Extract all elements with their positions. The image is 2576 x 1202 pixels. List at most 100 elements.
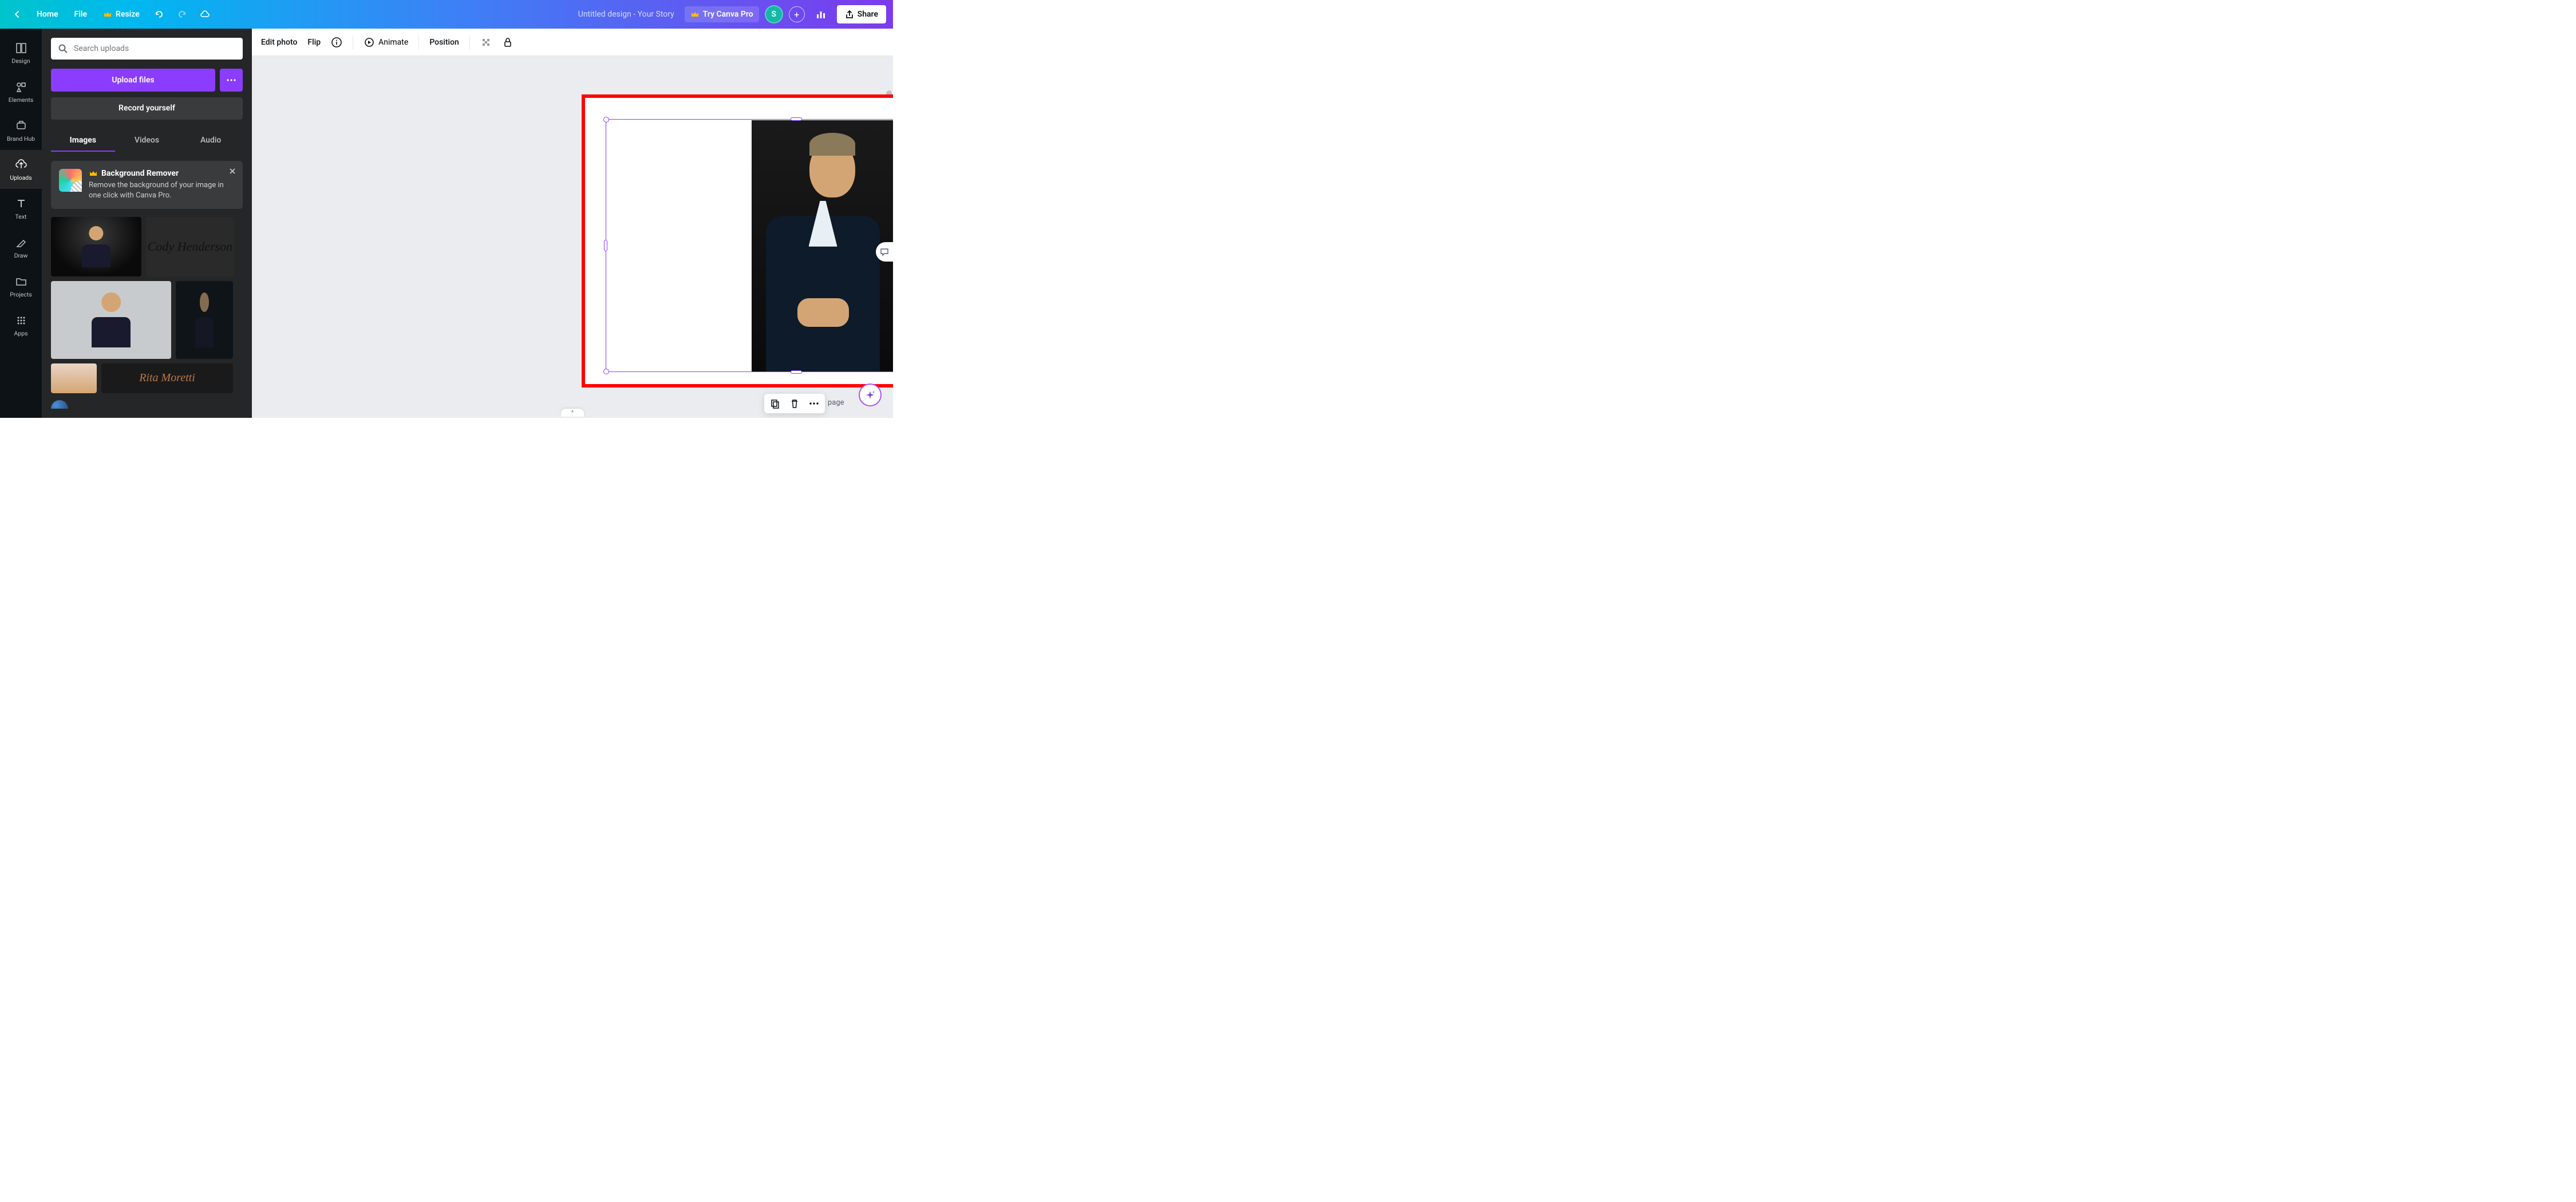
user-avatar[interactable]: S [765,5,783,23]
nav-draw-label: Draw [14,252,28,259]
timeline-expand-handle[interactable]: ^ [561,409,584,417]
animate-label: Animate [378,38,408,47]
nav-projects[interactable]: Projects [0,267,42,306]
uploads-panel: Upload files Record yourself Images Vide… [42,29,252,418]
document-title[interactable]: Untitled design - Your Story [578,10,674,19]
separator [418,35,419,49]
app-header: Home File Resize Untitled design - Your … [0,0,893,29]
text-icon [14,197,28,211]
edit-photo-button[interactable]: Edit photo [261,38,297,47]
record-yourself-button[interactable]: Record yourself [51,97,243,119]
uploads-icon [14,158,28,172]
selection-floating-toolbar [764,394,825,413]
try-pro-label: Try Canva Pro [703,10,753,19]
resize-handle-bl[interactable] [603,369,609,374]
upload-more-button[interactable] [220,69,243,92]
transparency-button[interactable] [480,37,492,48]
draw-icon [14,236,28,250]
apps-icon [14,314,28,327]
undo-button[interactable] [149,4,169,25]
brand-hub-icon [14,119,28,133]
separator [469,35,470,49]
search-input[interactable] [74,44,236,53]
search-box[interactable] [51,38,243,60]
search-icon [58,44,68,54]
tab-videos[interactable]: Videos [115,130,179,152]
lock-icon [502,37,513,48]
redo-button[interactable] [172,4,192,25]
upload-thumbnails: Cody Henderson Rita Moretti [51,217,243,409]
info-icon [331,37,342,48]
selection-box[interactable] [606,119,893,372]
nav-draw[interactable]: Draw [0,228,42,267]
resize-handle-b[interactable] [791,370,802,374]
canvas-area: Edit photo Flip Animate Position [252,29,893,418]
more-icon [227,79,236,81]
sparkle-icon [864,389,876,401]
share-button[interactable]: Share [837,5,886,23]
comments-button[interactable] [876,242,893,262]
duplicate-button[interactable] [769,397,781,410]
file-menu[interactable]: File [68,6,94,22]
upload-thumb[interactable] [51,400,68,409]
animate-button[interactable]: Animate [364,37,408,48]
promo-close-button[interactable] [227,165,238,177]
projects-icon [14,275,28,288]
ai-assistant-fab[interactable] [859,383,882,406]
resize-handle-tl[interactable] [603,117,609,122]
more-icon [809,402,819,405]
promo-title-text: Background Remover [101,169,179,178]
tab-audio[interactable]: Audio [179,130,243,152]
elements-icon [14,80,28,94]
upload-thumb[interactable] [51,363,97,393]
nav-design[interactable]: Design [0,33,42,72]
crown-icon [103,10,112,19]
nav-brand-hub[interactable]: Brand Hub [0,111,42,150]
info-button[interactable] [331,37,342,48]
resize-handle-t[interactable] [791,117,802,121]
nav-brand-hub-label: Brand Hub [7,135,35,143]
upload-thumb[interactable] [176,281,233,359]
bg-remover-promo: Background Remover Remove the background… [51,161,243,209]
more-options-button[interactable] [808,397,820,410]
add-collaborator-button[interactable]: + [789,6,805,22]
upload-thumb[interactable]: Cody Henderson [146,217,234,276]
back-icon[interactable] [7,4,27,25]
crown-icon [690,10,700,19]
resize-handle-l[interactable] [604,240,607,251]
nav-apps[interactable]: Apps [0,306,42,345]
nav-elements[interactable]: Elements [0,72,42,111]
upload-thumb[interactable]: Rita Moretti [101,363,233,393]
insights-button[interactable] [811,4,831,25]
trash-icon [789,398,800,409]
nav-design-label: Design [11,57,30,65]
comment-icon [879,247,890,257]
cloud-sync-icon[interactable] [195,4,215,25]
lock-button[interactable] [502,37,513,48]
upload-thumb[interactable] [51,281,171,359]
upload-thumb[interactable] [51,217,141,276]
upload-files-button[interactable]: Upload files [51,69,215,92]
crown-icon [89,169,98,178]
delete-button[interactable] [788,397,801,410]
close-icon [229,168,236,175]
nav-text[interactable]: Text [0,189,42,228]
home-button[interactable]: Home [30,6,65,22]
flip-button[interactable]: Flip [307,38,321,47]
add-page-hint[interactable]: page [821,395,851,410]
header-left: Home File Resize [7,4,215,25]
resize-button[interactable]: Resize [96,6,147,22]
try-pro-button[interactable]: Try Canva Pro [685,6,759,22]
media-tabs: Images Videos Audio [51,130,243,152]
promo-title: Background Remover [89,169,235,178]
canvas-stage[interactable]: page ^ [252,56,893,418]
nav-uploads[interactable]: Uploads [0,150,42,189]
tab-images[interactable]: Images [51,130,115,152]
nav-text-label: Text [15,213,27,220]
nav-uploads-label: Uploads [10,174,31,181]
nav-projects-label: Projects [10,291,32,298]
header-right: Untitled design - Your Story Try Canva P… [578,4,886,25]
promo-desc: Remove the background of your image in o… [89,180,235,201]
design-icon [14,41,28,55]
position-button[interactable]: Position [429,38,459,47]
